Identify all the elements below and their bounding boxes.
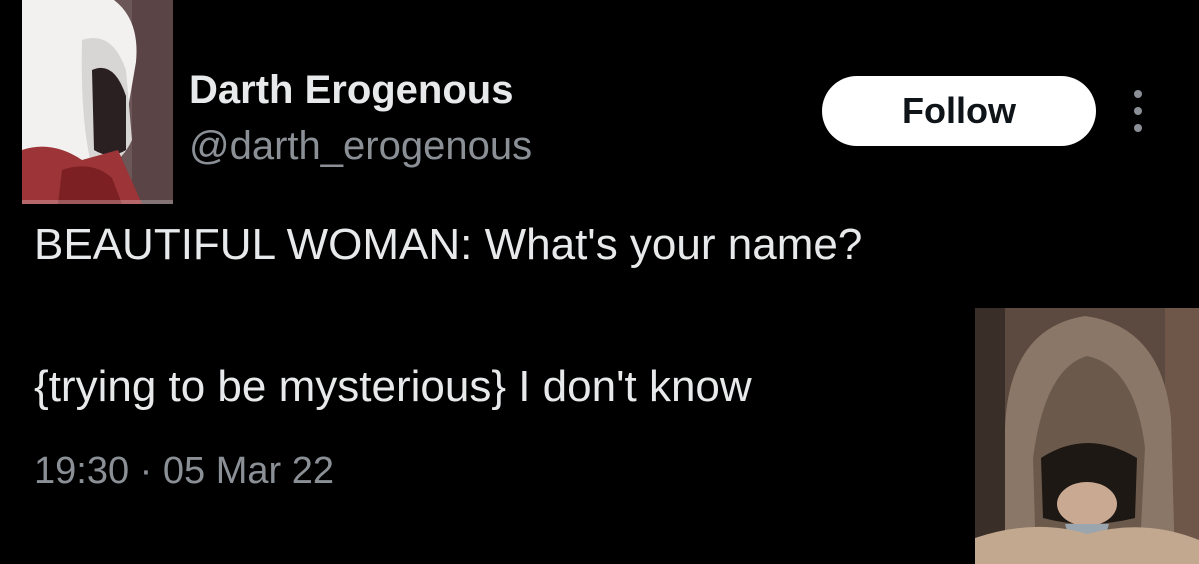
- tweet-card: Darth Erogenous @darth_erogenous Follow …: [0, 0, 1199, 564]
- user-handle[interactable]: @darth_erogenous: [189, 124, 532, 169]
- follow-button[interactable]: Follow: [822, 76, 1096, 146]
- dot: [1134, 124, 1142, 132]
- hooded-figure-image: [975, 308, 1199, 564]
- display-name[interactable]: Darth Erogenous: [189, 68, 513, 113]
- dot: [1134, 107, 1142, 115]
- tweet-text-line-2: {trying to be mysterious} I don't know: [34, 362, 752, 411]
- tweet-timestamp[interactable]: 19:30 · 05 Mar 22: [34, 450, 334, 493]
- hooded-figure-illustration: [975, 308, 1199, 564]
- more-dots-icon[interactable]: [1120, 86, 1156, 136]
- profile-avatar[interactable]: [22, 0, 173, 204]
- hooded-figure-avatar-image: [22, 0, 173, 204]
- dot: [1134, 90, 1142, 98]
- tweet-text-line-1: BEAUTIFUL WOMAN: What's your name?: [34, 220, 863, 269]
